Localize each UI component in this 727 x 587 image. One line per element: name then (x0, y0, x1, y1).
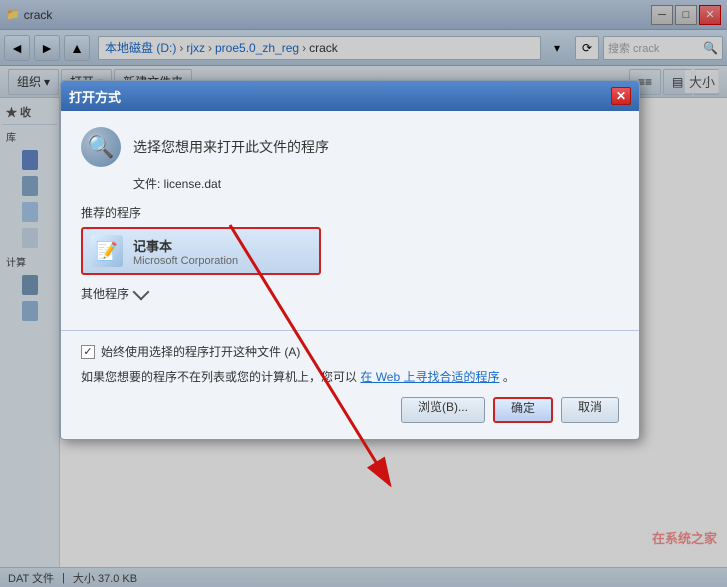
always-use-checkbox[interactable] (81, 345, 95, 359)
dialog-file-name: 文件: license.dat (133, 175, 619, 192)
notepad-icon: 📝 (91, 235, 123, 267)
modal-overlay: 打开方式 ✕ 🔍 选择您想用来打开此文件的程序 文件: license.dat … (0, 0, 727, 587)
open-with-dialog: 打开方式 ✕ 🔍 选择您想用来打开此文件的程序 文件: license.dat … (60, 80, 640, 440)
dialog-close-button[interactable]: ✕ (611, 87, 631, 105)
web-search-link[interactable]: 在 Web 上寻找合适的程序 (360, 370, 499, 384)
link-text-post: 。 (503, 370, 515, 384)
dialog-header-text: 选择您想用来打开此文件的程序 (133, 137, 329, 157)
dialog-title-bar: 打开方式 ✕ (61, 81, 639, 111)
dialog-title: 打开方式 (69, 87, 121, 106)
program-name: 记事本 (133, 236, 238, 255)
other-programs-label: 其他程序 (81, 285, 129, 302)
other-programs-row[interactable]: 其他程序 (81, 285, 619, 302)
dialog-separator (61, 330, 639, 331)
checkbox-label: 始终使用选择的程序打开这种文件 (A) (101, 343, 300, 360)
recommended-section-label: 推荐的程序 (81, 204, 619, 221)
notepad-program-item[interactable]: 📝 记事本 Microsoft Corporation (81, 227, 321, 275)
explorer-window: 📁 crack ─ □ ✕ ◄ ► ▲ 本地磁盘 (D:) › rjxz › p… (0, 0, 727, 587)
dialog-body: 🔍 选择您想用来打开此文件的程序 文件: license.dat 推荐的程序 📝… (61, 111, 639, 318)
dialog-header-icon: 🔍 (81, 127, 121, 167)
button-row: 浏览(B)... 确定 取消 (81, 397, 619, 423)
program-corp: Microsoft Corporation (133, 255, 238, 267)
dialog-bottom: 始终使用选择的程序打开这种文件 (A) 如果您想要的程序不在列表或您的计算机上，… (61, 343, 639, 439)
browse-button[interactable]: 浏览(B)... (401, 397, 485, 423)
dialog-header: 🔍 选择您想用来打开此文件的程序 (81, 127, 619, 167)
search-doc-icon: 🔍 (87, 134, 114, 160)
watermark-text: 系统之家 (665, 531, 717, 546)
chevron-down-icon (133, 283, 150, 300)
watermark: 在系统之家 (652, 528, 717, 547)
ok-button[interactable]: 确定 (493, 397, 553, 423)
watermark-prefix: 在 (652, 531, 665, 546)
link-text: 如果您想要的程序不在列表或您的计算机上，您可以 在 Web 上寻找合适的程序 。 (81, 368, 619, 385)
link-text-pre: 如果您想要的程序不在列表或您的计算机上，您可以 (81, 370, 357, 384)
checkbox-row: 始终使用选择的程序打开这种文件 (A) (81, 343, 619, 360)
program-info: 记事本 Microsoft Corporation (133, 236, 238, 267)
cancel-button[interactable]: 取消 (561, 397, 619, 423)
